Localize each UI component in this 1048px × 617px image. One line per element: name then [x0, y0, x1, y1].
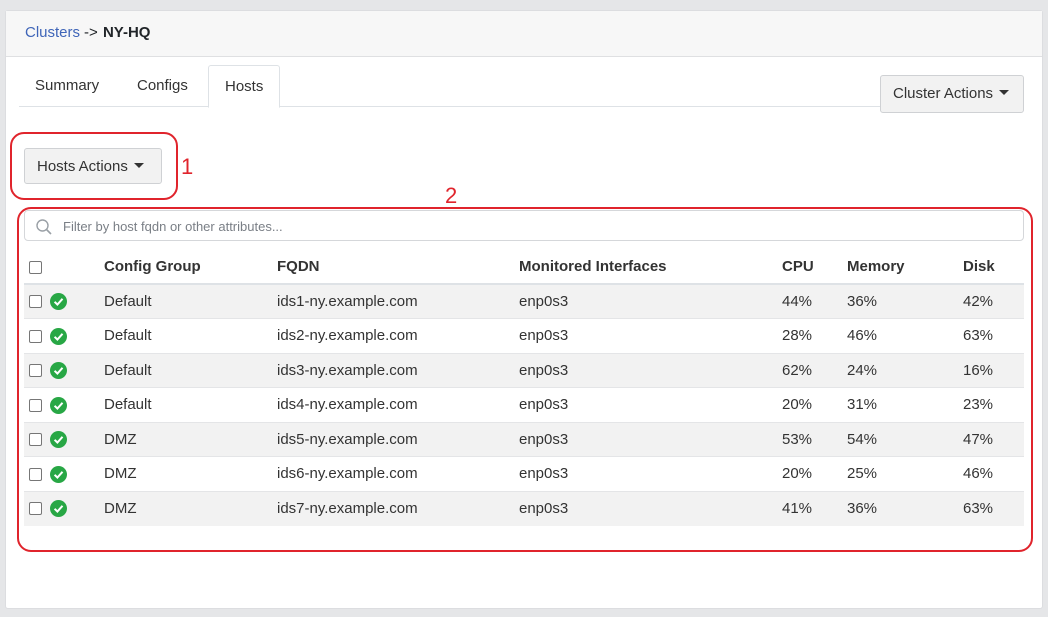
check-circle-icon	[50, 465, 67, 483]
tab-summary[interactable]: Summary	[19, 65, 115, 107]
cluster-actions-button[interactable]: Cluster Actions	[880, 75, 1024, 113]
cell-fqdn: ids7-ny.example.com	[277, 490, 519, 526]
cell-config-group: Default	[104, 318, 277, 353]
cell-memory: 54%	[847, 421, 963, 457]
cell-memory: 25%	[847, 456, 963, 491]
col-cpu[interactable]: CPU	[782, 250, 847, 285]
row-checkbox[interactable]	[29, 329, 42, 343]
col-config-group[interactable]: Config Group	[104, 250, 277, 285]
table-row[interactable]: Default ids1-ny.example.com enp0s3 44% 36% 42…	[24, 283, 1024, 319]
cell-memory: 46%	[847, 318, 963, 353]
cell-disk: 42%	[963, 283, 1024, 319]
cell-config-group: DMZ	[104, 490, 277, 526]
cell-cpu: 41%	[782, 490, 847, 526]
cell-interfaces: enp0s3	[519, 318, 782, 353]
cell-fqdn: ids2-ny.example.com	[277, 318, 519, 353]
check-circle-icon	[50, 327, 67, 345]
cell-disk: 63%	[963, 318, 1024, 353]
col-disk[interactable]: Disk	[963, 250, 1024, 285]
cell-memory: 31%	[847, 387, 963, 422]
table-row[interactable]: DMZ ids5-ny.example.com enp0s3 53% 54% 47%	[24, 421, 1024, 457]
cell-interfaces: enp0s3	[519, 352, 782, 388]
cell-fqdn: ids4-ny.example.com	[277, 387, 519, 422]
cell-cpu: 44%	[782, 283, 847, 319]
cell-disk: 23%	[963, 387, 1024, 422]
host-filter-input[interactable]	[61, 216, 1001, 236]
check-circle-icon	[50, 500, 67, 518]
annotation-label-1: 1	[181, 154, 194, 179]
check-circle-icon	[50, 396, 67, 414]
cell-disk: 47%	[963, 421, 1024, 457]
cell-memory: 36%	[847, 283, 963, 319]
cell-fqdn: ids1-ny.example.com	[277, 283, 519, 319]
col-memory[interactable]: Memory	[847, 250, 963, 285]
cell-config-group: DMZ	[104, 421, 277, 457]
cell-cpu: 53%	[782, 421, 847, 457]
table-row[interactable]: Default ids2-ny.example.com enp0s3 28% 46% 63…	[24, 318, 1024, 353]
col-monitored-interfaces[interactable]: Monitored Interfaces	[519, 250, 782, 285]
table-row[interactable]: DMZ ids6-ny.example.com enp0s3 20% 25% 46%	[24, 456, 1024, 491]
breadcrumb-clusters-link[interactable]: Clusters	[25, 24, 80, 41]
filter-box	[24, 210, 1024, 241]
table-row[interactable]: Default ids3-ny.example.com enp0s3 62% 24% 16…	[24, 352, 1024, 388]
row-checkbox[interactable]	[29, 502, 42, 516]
cell-fqdn: ids6-ny.example.com	[277, 456, 519, 491]
col-fqdn[interactable]: FQDN	[277, 250, 519, 285]
check-circle-icon	[50, 431, 67, 449]
cell-disk: 46%	[963, 456, 1024, 491]
table-row[interactable]: Default ids4-ny.example.com enp0s3 20% 31% 23…	[24, 387, 1024, 422]
cell-interfaces: enp0s3	[519, 421, 782, 457]
cluster-actions-label: Cluster Actions	[893, 85, 994, 102]
cell-interfaces: enp0s3	[519, 490, 782, 526]
cell-fqdn: ids5-ny.example.com	[277, 421, 519, 457]
cell-interfaces: enp0s3	[519, 456, 782, 491]
tab-hosts[interactable]: Hosts	[208, 65, 281, 108]
cell-disk: 16%	[963, 352, 1024, 388]
cell-config-group: DMZ	[104, 456, 277, 491]
cell-config-group: Default	[104, 387, 277, 422]
row-checkbox[interactable]	[29, 433, 42, 447]
cell-disk: 63%	[963, 490, 1024, 526]
cell-memory: 24%	[847, 352, 963, 388]
table-row[interactable]: DMZ ids7-ny.example.com enp0s3 41% 36% 63%	[24, 490, 1024, 526]
cell-cpu: 62%	[782, 352, 847, 388]
cell-config-group: Default	[104, 352, 277, 388]
cell-cpu: 20%	[782, 456, 847, 491]
check-circle-icon	[50, 293, 67, 311]
check-circle-icon	[50, 362, 67, 380]
row-checkbox[interactable]	[29, 364, 42, 378]
hosts-table: Config Group FQDN Monitored Interfaces C…	[24, 250, 1024, 526]
cell-memory: 36%	[847, 490, 963, 526]
breadcrumb-current: NY-HQ	[102, 24, 151, 41]
row-checkbox[interactable]	[29, 398, 42, 412]
select-all-checkbox[interactable]	[29, 260, 42, 274]
tab-configs[interactable]: Configs	[121, 65, 204, 107]
caret-down-icon	[999, 90, 1010, 95]
annotation-label-2: 2	[445, 183, 458, 208]
cell-interfaces: enp0s3	[519, 387, 782, 422]
cell-fqdn: ids3-ny.example.com	[277, 352, 519, 388]
breadcrumb: Clusters -> NY-HQ	[6, 11, 1042, 57]
cell-interfaces: enp0s3	[519, 283, 782, 319]
tab-bar: Summary Configs Hosts	[19, 65, 1019, 108]
row-checkbox[interactable]	[29, 295, 42, 309]
row-checkbox[interactable]	[29, 467, 42, 481]
search-icon	[36, 219, 52, 235]
cell-config-group: Default	[104, 283, 277, 319]
annotation-box-1	[10, 132, 178, 200]
cell-cpu: 20%	[782, 387, 847, 422]
cell-cpu: 28%	[782, 318, 847, 353]
breadcrumb-separator: ->	[84, 24, 98, 41]
table-header-row: Config Group FQDN Monitored Interfaces C…	[24, 250, 1024, 285]
